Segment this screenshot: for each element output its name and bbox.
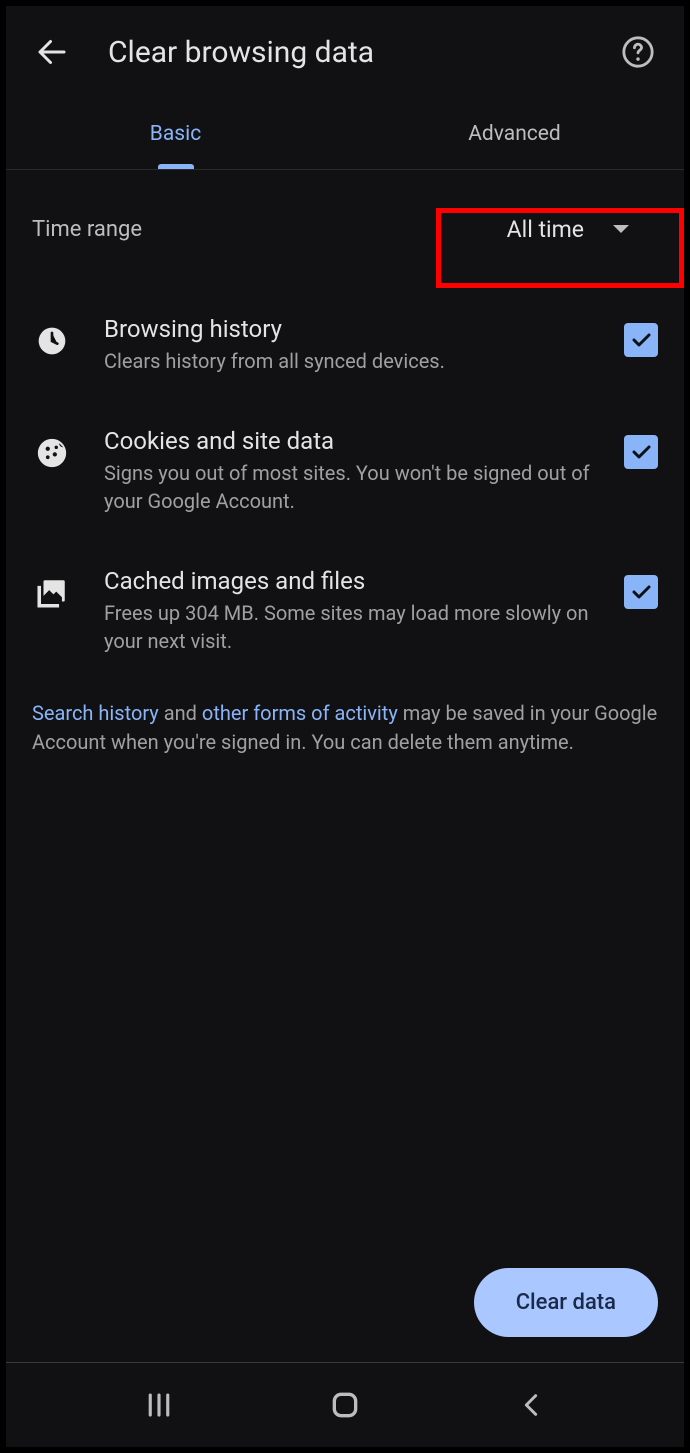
other-activity-link[interactable]: other forms of activity	[202, 701, 398, 725]
arrow-left-icon	[34, 34, 70, 70]
option-cookies[interactable]: Cookies and site data Signs you out of m…	[6, 401, 684, 541]
checkbox-browsing-history[interactable]	[624, 323, 658, 357]
cookie-icon	[32, 433, 72, 473]
page-title: Clear browsing data	[108, 35, 582, 70]
option-title: Browsing history	[104, 315, 592, 343]
time-range-value: All time	[507, 216, 584, 243]
app-header: Clear browsing data	[6, 6, 684, 98]
option-title: Cached images and files	[104, 567, 592, 595]
tab-advanced[interactable]: Advanced	[345, 98, 684, 169]
image-stack-icon	[32, 573, 72, 613]
chevron-down-icon	[612, 224, 630, 236]
time-range-row: Time range All time	[6, 170, 684, 289]
option-text: Cookies and site data Signs you out of m…	[104, 427, 592, 515]
search-history-link[interactable]: Search history	[32, 701, 159, 725]
option-cache[interactable]: Cached images and files Frees up 304 MB.…	[6, 541, 684, 681]
option-subtitle: Frees up 304 MB. Some sites may load mor…	[104, 599, 592, 655]
option-subtitle: Clears history from all synced devices.	[104, 347, 592, 375]
checkbox-cache[interactable]	[624, 575, 658, 609]
help-button[interactable]	[614, 28, 662, 76]
option-text: Cached images and files Frees up 304 MB.…	[104, 567, 592, 655]
help-icon	[621, 35, 655, 69]
home-icon	[329, 1389, 361, 1421]
check-icon	[629, 328, 653, 352]
option-title: Cookies and site data	[104, 427, 592, 455]
tab-bar: Basic Advanced	[6, 98, 684, 170]
nav-back-button[interactable]	[501, 1375, 561, 1435]
recents-icon	[144, 1390, 174, 1420]
back-button[interactable]	[28, 28, 76, 76]
check-icon	[629, 440, 653, 464]
account-note: Search history and other forms of activi…	[6, 681, 684, 775]
option-subtitle: Signs you out of most sites. You won't b…	[104, 459, 592, 515]
check-icon	[629, 580, 653, 604]
system-navbar	[6, 1363, 684, 1447]
clear-data-button[interactable]: Clear data	[474, 1268, 658, 1337]
clear-data-label: Clear data	[516, 1290, 616, 1315]
time-range-dropdown[interactable]: All time	[479, 202, 658, 257]
tab-basic[interactable]: Basic	[6, 98, 345, 169]
nav-home-button[interactable]	[315, 1375, 375, 1435]
time-range-label: Time range	[32, 217, 479, 242]
option-browsing-history[interactable]: Browsing history Clears history from all…	[6, 289, 684, 401]
chevron-left-icon	[517, 1391, 545, 1419]
option-text: Browsing history Clears history from all…	[104, 315, 592, 375]
tab-label: Basic	[150, 122, 201, 146]
clock-icon	[32, 321, 72, 361]
checkbox-cookies[interactable]	[624, 435, 658, 469]
tab-label: Advanced	[468, 122, 561, 146]
nav-recents-button[interactable]	[129, 1375, 189, 1435]
